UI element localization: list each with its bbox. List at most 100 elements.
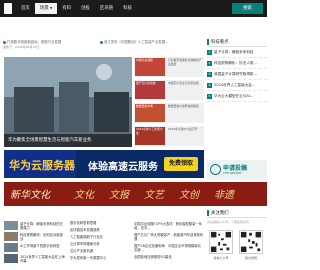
accent-bar bbox=[207, 209, 209, 216]
panel-header: 关注我们 bbox=[207, 208, 267, 218]
submit-article-banner[interactable]: 申请投稿 THE REPORT bbox=[207, 160, 267, 180]
culture-title: 新华文化 bbox=[10, 190, 50, 201]
culture-banner[interactable]: 新华文化 文化 文报 文艺 文创 非遗 bbox=[4, 182, 267, 206]
promo-card[interactable]: 国产芯片新突破 中国芯片自主可控新进展 bbox=[134, 80, 204, 100]
hero-caption: 华为聚焦全场景智慧生活与智能汽车新业务 bbox=[4, 134, 132, 147]
nav-item-blockchain[interactable]: 区块链 bbox=[95, 3, 118, 14]
news-title: 国产芯片厂商大规模量产，新能源汽车迎来新机遇 bbox=[134, 232, 204, 241]
news-thumbnail bbox=[4, 232, 18, 241]
promo-title: 2024年全球AI大会召开 bbox=[168, 127, 198, 131]
hero-slide[interactable]: 华为聚焦全场景智慧生活与智能汽车新业务 bbox=[4, 57, 132, 147]
list-item[interactable]: 4 2024世界人工智能大会... bbox=[207, 80, 267, 91]
culture-word: 文创 bbox=[179, 190, 199, 201]
culture-word: 文艺 bbox=[144, 190, 164, 201]
news-title: 国产2B企业加速布局：中国企业市场规模增长迅速... bbox=[134, 243, 201, 252]
promo-card[interactable]: 2024全球人工智能大会 2024年全球AI大会召开 bbox=[134, 126, 204, 146]
follow-subtitle: 关注微信公众号，了解最新资讯 bbox=[207, 220, 250, 224]
news-title: 2024世界人工智能大会在上海开幕 bbox=[20, 254, 65, 263]
news-thumbnail bbox=[4, 243, 18, 252]
globe-icon bbox=[210, 164, 221, 175]
rank-badge: 1 bbox=[207, 49, 212, 55]
qr-caption: 微信公众号 bbox=[213, 256, 229, 260]
free-claim-button[interactable]: 免费领取 bbox=[164, 157, 198, 171]
cloud-ad-banner[interactable]: 华为云服务器 体验高速云服务 免费领取 bbox=[4, 150, 204, 178]
culture-word: 文报 bbox=[109, 190, 129, 201]
news-item[interactable]: 中国平台领跑TOP5大选洋：首年模型数量一年增，仅次... bbox=[134, 220, 204, 231]
news-title: 科技视角解析：如何应对新挑战 bbox=[20, 232, 63, 241]
panel-header: 科技看点 bbox=[207, 37, 267, 47]
news-list-middle: 数字化转型新思路 区块链技术发展趋势 人工智能赋能千行百业 云计算市场格局分析 … bbox=[70, 220, 132, 262]
promo-card[interactable]: 数据要素市场 数据要素价值释放新路径 bbox=[134, 103, 204, 123]
culture-word: 非遗 bbox=[214, 190, 234, 201]
promo-column: 中国平台领跑 打造数字赋能新高地推动产业发展 国产芯片新突破 中国芯片自主可控新… bbox=[134, 57, 204, 147]
publish-date: 发布于：2024年06月14日 bbox=[3, 45, 40, 49]
news-item[interactable]: 2024世界人工智能大会在上海开幕 bbox=[4, 253, 66, 264]
news-list-right: 中国平台领跑TOP5大选洋：首年模型数量一年增，仅次... 国产芯片厂商大规模量… bbox=[134, 220, 204, 270]
list-item[interactable]: 2 科技视角解析：抗击人类... bbox=[207, 58, 267, 69]
promo-title: 打造数字赋能新高地推动产业发展 bbox=[168, 58, 202, 66]
promo-thumbnail: 中国平台领跑 bbox=[135, 58, 165, 76]
news-item[interactable]: 科技视角解析：如何应对新挑战 bbox=[4, 231, 66, 242]
list-item[interactable]: 华为发布新一代数据中心 bbox=[70, 255, 132, 262]
rank-badge: 3 bbox=[207, 71, 212, 77]
chevron-down-icon: ▼ bbox=[50, 6, 53, 10]
nav-item-tech[interactable]: 科技 bbox=[118, 3, 137, 14]
main-nav: 首页 场景 ▼ 有料 创投 区块链 科技 bbox=[16, 3, 137, 14]
news-list-left: 量子计算：解锁未来科技的无限潜力 科技视角解析：如何应对新挑战 AI工作场景下的… bbox=[4, 220, 66, 270]
submit-subtitle: THE REPORT bbox=[223, 171, 242, 175]
list-item[interactable]: 云计算市场格局分析 bbox=[70, 241, 132, 248]
search-button[interactable]: 搜索 bbox=[232, 3, 263, 14]
list-item[interactable]: 区块链技术发展趋势 bbox=[70, 227, 132, 234]
list-item[interactable]: 1 量子计算：解锁未来科技 bbox=[207, 47, 267, 58]
news-item[interactable]: 全国各地加快推进5G建设 bbox=[134, 253, 204, 264]
list-item-label: 华为云大模型在云与AI... bbox=[214, 93, 254, 98]
ticker-text: 打造数字赋能新高地，助推行业发展 bbox=[7, 40, 62, 44]
panel-title: 科技看点 bbox=[211, 39, 229, 45]
news-item[interactable]: 国产2B企业加速布局：中国企业市场规模增长迅速... bbox=[134, 242, 204, 253]
promo-title: 中国芯片自主可控新进展 bbox=[168, 81, 199, 85]
promo-card[interactable]: 中国平台领跑 打造数字赋能新高地推动产业发展 bbox=[134, 57, 204, 77]
panel-title: 关注我们 bbox=[211, 210, 229, 216]
promo-thumbnail: 2024全球人工智能大会 bbox=[135, 127, 165, 145]
news-item[interactable]: 国产芯片厂商大规模量产，新能源汽车迎来新机遇 bbox=[134, 231, 204, 242]
weibo-qr-code[interactable] bbox=[239, 230, 263, 254]
list-item-label: 我国量子计算研究取得新... bbox=[214, 71, 257, 76]
promo-thumb-label: 国产芯片新突破 bbox=[136, 81, 156, 85]
rank-badge: 5 bbox=[207, 93, 212, 99]
news-title: 量子计算：解锁未来科技的无限潜力 bbox=[20, 221, 63, 230]
list-item[interactable]: 人工智能赋能千行百业 bbox=[70, 234, 132, 241]
qr-caption: 官方微博 bbox=[244, 256, 257, 260]
nav-item-insights[interactable]: 有料 bbox=[57, 3, 76, 14]
bullet-icon bbox=[3, 40, 6, 44]
list-item[interactable]: 3 我国量子计算研究取得新... bbox=[207, 69, 267, 80]
promo-thumbnail: 数据要素市场 bbox=[135, 104, 165, 122]
list-item-label: 量子计算：解锁未来科技 bbox=[214, 49, 254, 54]
culture-word: 文化 bbox=[74, 190, 94, 201]
list-item[interactable]: 数字化转型新思路 bbox=[70, 220, 132, 227]
promo-thumb-label: 中国平台领跑 bbox=[136, 58, 153, 62]
news-title: AI工作场景下的数字化转型 bbox=[20, 243, 60, 248]
nav-item-scenes-label: 场景 bbox=[39, 6, 49, 11]
list-item[interactable]: 芯片产业新机遇 bbox=[70, 248, 132, 255]
nav-item-home[interactable]: 首页 bbox=[16, 3, 35, 14]
promo-thumb-label: 数据要素市场 bbox=[136, 104, 153, 108]
news-title: 全国各地加快推进5G建设 bbox=[134, 254, 172, 259]
follow-us-panel: 关注我们 关注微信公众号，了解最新资讯 微信公众号 官方微博 bbox=[207, 208, 267, 270]
ticker-item[interactable]: 浙江发布《中国数创》人工智能产业发展... bbox=[100, 37, 168, 47]
bullet-icon bbox=[100, 40, 103, 44]
list-item-label: 科技视角解析：抗击人类... bbox=[214, 60, 257, 65]
rank-badge: 2 bbox=[207, 60, 212, 66]
tech-highlights-panel: 科技看点 1 量子计算：解锁未来科技 2 科技视角解析：抗击人类... 3 我国量子计… bbox=[207, 37, 267, 157]
news-thumbnail bbox=[4, 221, 18, 230]
nav-item-venture[interactable]: 创投 bbox=[76, 3, 95, 14]
news-title: 中国平台领跑TOP5大选洋：首年模型数量一年增，仅次... bbox=[134, 221, 203, 230]
news-item[interactable]: 量子计算：解锁未来科技的无限潜力 bbox=[4, 220, 66, 231]
nav-item-scenes[interactable]: 场景 ▼ bbox=[34, 3, 58, 14]
list-item[interactable]: 5 华为云大模型在云与AI... bbox=[207, 91, 267, 102]
promo-title: 数据要素价值释放新路径 bbox=[168, 104, 199, 108]
top-navigation-bar: 首页 场景 ▼ 有料 创投 区块链 科技 搜索 bbox=[0, 0, 267, 17]
site-logo[interactable] bbox=[4, 3, 12, 14]
news-thumbnail bbox=[4, 254, 18, 263]
news-item[interactable]: AI工作场景下的数字化转型 bbox=[4, 242, 66, 253]
wechat-qr-code[interactable] bbox=[209, 230, 233, 254]
